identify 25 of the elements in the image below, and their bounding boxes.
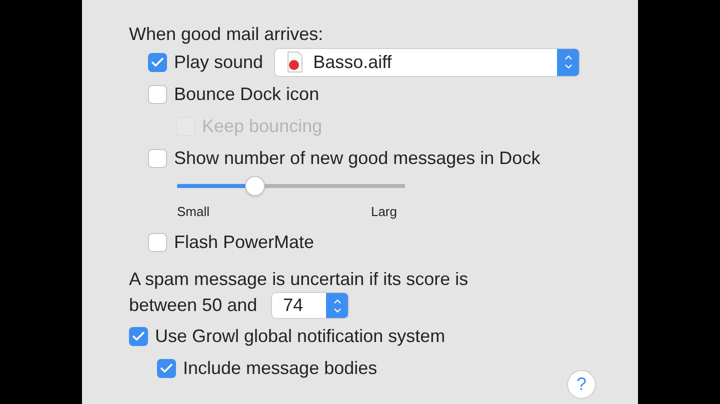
slider-min-label: Small xyxy=(177,203,210,221)
checkbox-label: Show number of new good messages in Dock xyxy=(174,146,540,170)
checkbox[interactable] xyxy=(148,148,167,168)
checkbox[interactable] xyxy=(148,232,167,252)
checkbox[interactable] xyxy=(129,326,148,346)
spam-threshold-label: A spam message is uncertain if its score is xyxy=(129,268,468,291)
sound-popup[interactable]: Basso.aiff xyxy=(274,48,580,76)
spam-threshold-label: between 50 and xyxy=(129,294,258,317)
stepper-arrows-icon xyxy=(326,293,348,318)
checkbox-label: Flash PowerMate xyxy=(174,230,314,254)
music-file-icon xyxy=(287,51,304,73)
checkbox[interactable] xyxy=(157,358,176,378)
section-heading: When good mail arrives: xyxy=(129,23,324,45)
checkbox-label: Include message bodies xyxy=(183,356,378,380)
checkbox[interactable] xyxy=(148,52,167,72)
checkbox-label: Bounce Dock icon xyxy=(174,82,320,106)
checkbox-label: Use Growl global notification system xyxy=(155,324,446,348)
popup-value: Basso.aiff xyxy=(313,50,393,74)
stepper-arrows-icon xyxy=(557,48,580,76)
slider-max-label: Larg xyxy=(370,203,397,221)
score-stepper[interactable]: 74 xyxy=(271,292,350,319)
checkbox-label: Play sound xyxy=(174,50,264,74)
checkbox[interactable] xyxy=(148,84,167,104)
slider-thumb[interactable] xyxy=(244,176,265,196)
stepper-value: 74 xyxy=(282,294,304,317)
